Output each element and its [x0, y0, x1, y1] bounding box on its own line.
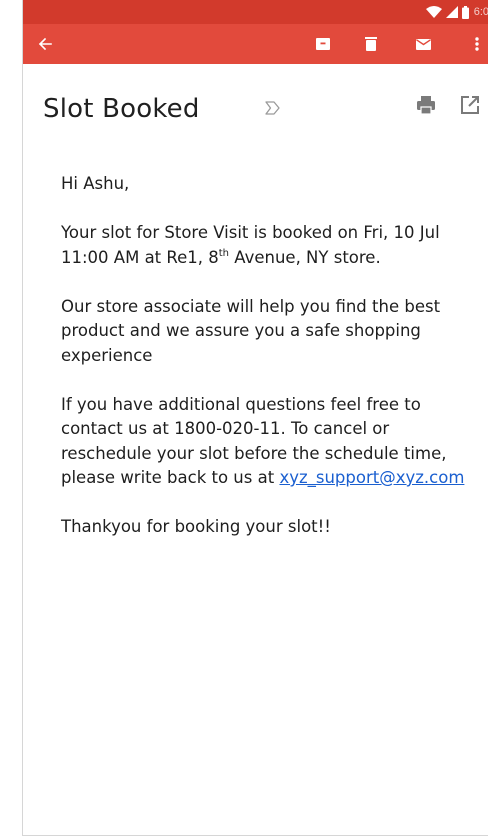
subject-row: Slot Booked: [23, 64, 488, 160]
mail-icon: [415, 38, 431, 50]
archive-icon: [316, 38, 330, 50]
wifi-icon: [425, 6, 442, 18]
contact-paragraph: If you have additional questions feel fr…: [61, 393, 481, 491]
greeting: Hi Ashu,: [61, 174, 130, 193]
back-button[interactable]: [25, 24, 65, 64]
signal-icon: [445, 6, 458, 18]
overflow-menu-button[interactable]: [465, 24, 488, 64]
more-vert-icon: [475, 37, 479, 51]
status-bar: 6:0: [23, 0, 488, 24]
app-bar: [23, 24, 488, 64]
important-marker-icon[interactable]: [263, 98, 283, 118]
associate-paragraph: Our store associate will help you find t…: [61, 296, 441, 365]
booking-text-end: Avenue, NY store.: [229, 247, 381, 267]
delete-button[interactable]: [351, 24, 391, 64]
ordinal-suffix: th: [218, 247, 230, 259]
mail-button[interactable]: [403, 24, 443, 64]
status-icons: 6:0: [425, 3, 488, 21]
email-subject: Slot Booked: [43, 94, 200, 124]
trash-icon: [365, 37, 377, 51]
archive-button[interactable]: [303, 24, 343, 64]
open-in-new-icon[interactable]: [459, 94, 481, 116]
booking-paragraph: Your slot for Store Visit is booked on F…: [61, 221, 481, 270]
support-email-link[interactable]: xyz_support@xyz.com: [279, 468, 464, 487]
email-body: Hi Ashu, Your slot for Store Visit is bo…: [61, 172, 481, 564]
email-screen: 6:0 Slot Booked Hi Ashu, Your slot for S…: [22, 0, 488, 836]
battery-icon: [461, 5, 469, 19]
closing-line: Thankyou for booking your slot!!: [61, 517, 331, 536]
status-time: 6:0: [473, 6, 488, 18]
arrow-back-icon: [38, 37, 52, 51]
print-icon[interactable]: [415, 94, 437, 116]
